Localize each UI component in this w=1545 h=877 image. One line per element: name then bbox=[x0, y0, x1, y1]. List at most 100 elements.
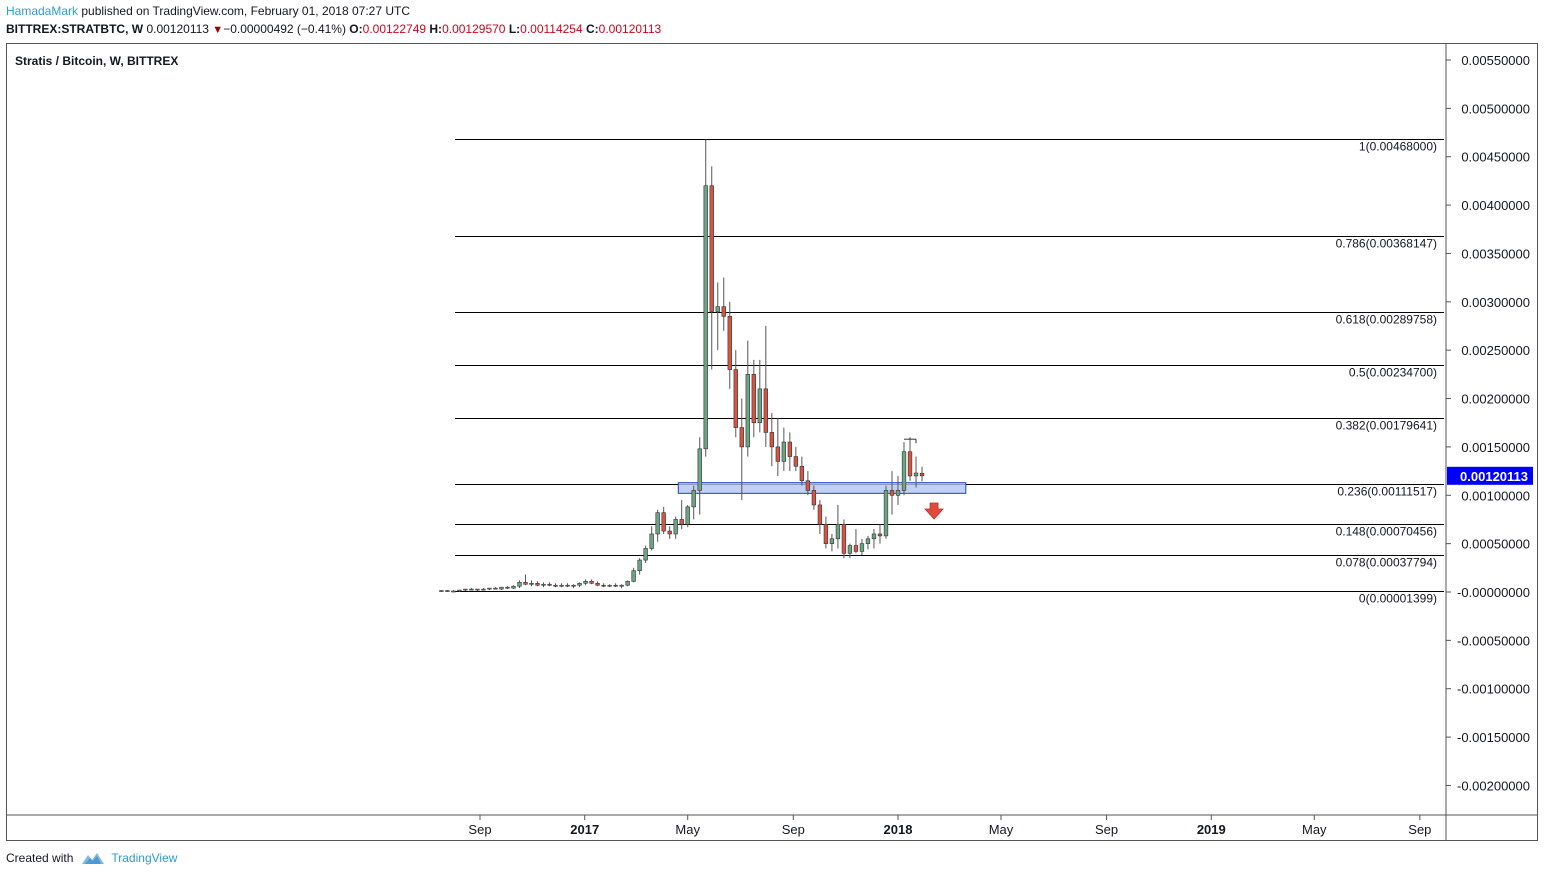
candle-body bbox=[643, 548, 648, 561]
candle-body bbox=[451, 590, 456, 593]
created-with-label: Created with bbox=[6, 851, 74, 865]
price-tick-label: 0.00400000 bbox=[1461, 198, 1530, 213]
candle-body bbox=[913, 472, 919, 477]
price-tick-label: 0.00300000 bbox=[1461, 295, 1530, 310]
fib-level-label: 1(0.00468000) bbox=[1359, 140, 1437, 154]
time-tick-label: 2019 bbox=[1197, 822, 1226, 837]
candle-body bbox=[535, 582, 540, 586]
candle-body bbox=[481, 588, 486, 591]
candle-body bbox=[751, 374, 756, 424]
price-tick-label: -0.00200000 bbox=[1457, 778, 1530, 793]
price-tick-label: 0.00050000 bbox=[1461, 537, 1530, 552]
time-tick-label: Sep bbox=[468, 822, 491, 837]
candle-body bbox=[691, 490, 696, 508]
chart-svg[interactable]: Stratis / Bitcoin, W, BITTREX 0.00550000… bbox=[0, 0, 1545, 877]
candle-body bbox=[739, 427, 744, 448]
candle-body bbox=[571, 584, 576, 587]
candle-body bbox=[523, 582, 528, 585]
candle-body bbox=[511, 585, 516, 589]
candle-body bbox=[859, 543, 865, 552]
fib-retracement[interactable]: 1(0.00468000) 0.786(0.00368147) 0.618(0.00… bbox=[455, 139, 1444, 606]
price-tick-label: -0.00150000 bbox=[1457, 730, 1530, 745]
candle-body bbox=[829, 538, 835, 544]
candle-body bbox=[763, 388, 768, 433]
candle-body bbox=[445, 590, 450, 592]
candle-body bbox=[835, 523, 841, 540]
candle-body bbox=[475, 588, 480, 591]
candle-body bbox=[649, 533, 654, 549]
candle-body bbox=[547, 583, 552, 586]
time-tick-label: 2018 bbox=[884, 822, 913, 837]
time-axis[interactable]: Sep 2017 May Sep 2018 May Sep 2019 May Sep bbox=[468, 815, 1431, 837]
price-tick-label: 0.00450000 bbox=[1461, 150, 1530, 165]
price-tick-label: 0.00200000 bbox=[1461, 392, 1530, 407]
candle-body bbox=[499, 586, 504, 590]
price-axis[interactable]: 0.00550000 0.00500000 0.00450000 0.00400000… bbox=[1446, 53, 1530, 793]
candle-body bbox=[721, 306, 726, 317]
price-tick-label: 0.00100000 bbox=[1461, 488, 1530, 503]
candle-body bbox=[577, 582, 582, 586]
candle-body bbox=[847, 545, 853, 554]
price-tick-label: -0.00050000 bbox=[1457, 633, 1530, 648]
price-badge-label: 0.00120113 bbox=[1460, 469, 1528, 484]
candle-body bbox=[583, 581, 588, 584]
price-tick-label: 0.00250000 bbox=[1461, 343, 1530, 358]
fib-level-label: 0.786(0.00368147) bbox=[1336, 237, 1437, 251]
candle-body bbox=[505, 586, 510, 589]
candle-body bbox=[733, 369, 738, 428]
time-tick-label: May bbox=[675, 822, 700, 837]
candle-body bbox=[883, 490, 889, 537]
candle-body bbox=[697, 448, 702, 491]
candle-body bbox=[673, 519, 678, 535]
candle-body bbox=[601, 584, 606, 587]
candle-body bbox=[895, 490, 901, 496]
candle-body bbox=[745, 374, 750, 448]
fib-level-label: 0.382(0.00179641) bbox=[1336, 419, 1437, 433]
candle-body bbox=[823, 523, 829, 544]
footer: Created with TradingView bbox=[6, 851, 177, 865]
candle-body bbox=[595, 582, 600, 586]
support-zone-layer[interactable] bbox=[677, 482, 967, 494]
price-tick-label: 0.00350000 bbox=[1461, 246, 1530, 261]
tradingview-logo-icon bbox=[82, 853, 105, 864]
candle-body bbox=[811, 490, 817, 506]
down-arrow-icon bbox=[924, 502, 944, 520]
candle-body bbox=[715, 306, 720, 312]
candle-body bbox=[469, 588, 474, 591]
time-tick-label: Sep bbox=[782, 822, 805, 837]
candle-body bbox=[487, 587, 492, 590]
price-tick-label: 0.00150000 bbox=[1461, 440, 1530, 455]
candle-body bbox=[529, 582, 534, 585]
candle-body bbox=[817, 504, 823, 525]
candle-body bbox=[553, 584, 558, 587]
tradingview-link[interactable]: TradingView bbox=[81, 851, 177, 865]
candle-body bbox=[655, 512, 660, 535]
current-price-badge: 0.00120113 bbox=[1447, 466, 1533, 485]
candle-body bbox=[565, 584, 570, 587]
price-tick-label: 0.00500000 bbox=[1461, 101, 1530, 116]
candle-body bbox=[517, 582, 522, 587]
candle-body bbox=[685, 506, 690, 525]
candle-body bbox=[541, 583, 546, 586]
support-zone[interactable] bbox=[677, 482, 967, 494]
candle-body bbox=[889, 490, 895, 496]
price-tick-label: -0.00100000 bbox=[1457, 682, 1530, 697]
price-tick-label: 0.00550000 bbox=[1461, 53, 1530, 68]
time-tick-label: May bbox=[1302, 822, 1327, 837]
candle-body bbox=[769, 432, 774, 448]
candle-body bbox=[613, 584, 618, 587]
candle-body bbox=[841, 523, 847, 554]
candle-body bbox=[661, 512, 666, 532]
candle-body bbox=[607, 584, 612, 587]
candle-body bbox=[787, 441, 793, 457]
candle-body bbox=[637, 559, 642, 572]
time-tick-label: Sep bbox=[1095, 822, 1118, 837]
candle-body bbox=[727, 316, 732, 370]
candle-body bbox=[799, 465, 805, 482]
candle-body bbox=[559, 584, 564, 587]
candle-body bbox=[589, 581, 594, 584]
candle-body bbox=[877, 533, 883, 537]
candle-body bbox=[439, 590, 444, 592]
candle-body bbox=[871, 533, 877, 540]
fib-level-label: 0.148(0.00070456) bbox=[1336, 525, 1437, 539]
